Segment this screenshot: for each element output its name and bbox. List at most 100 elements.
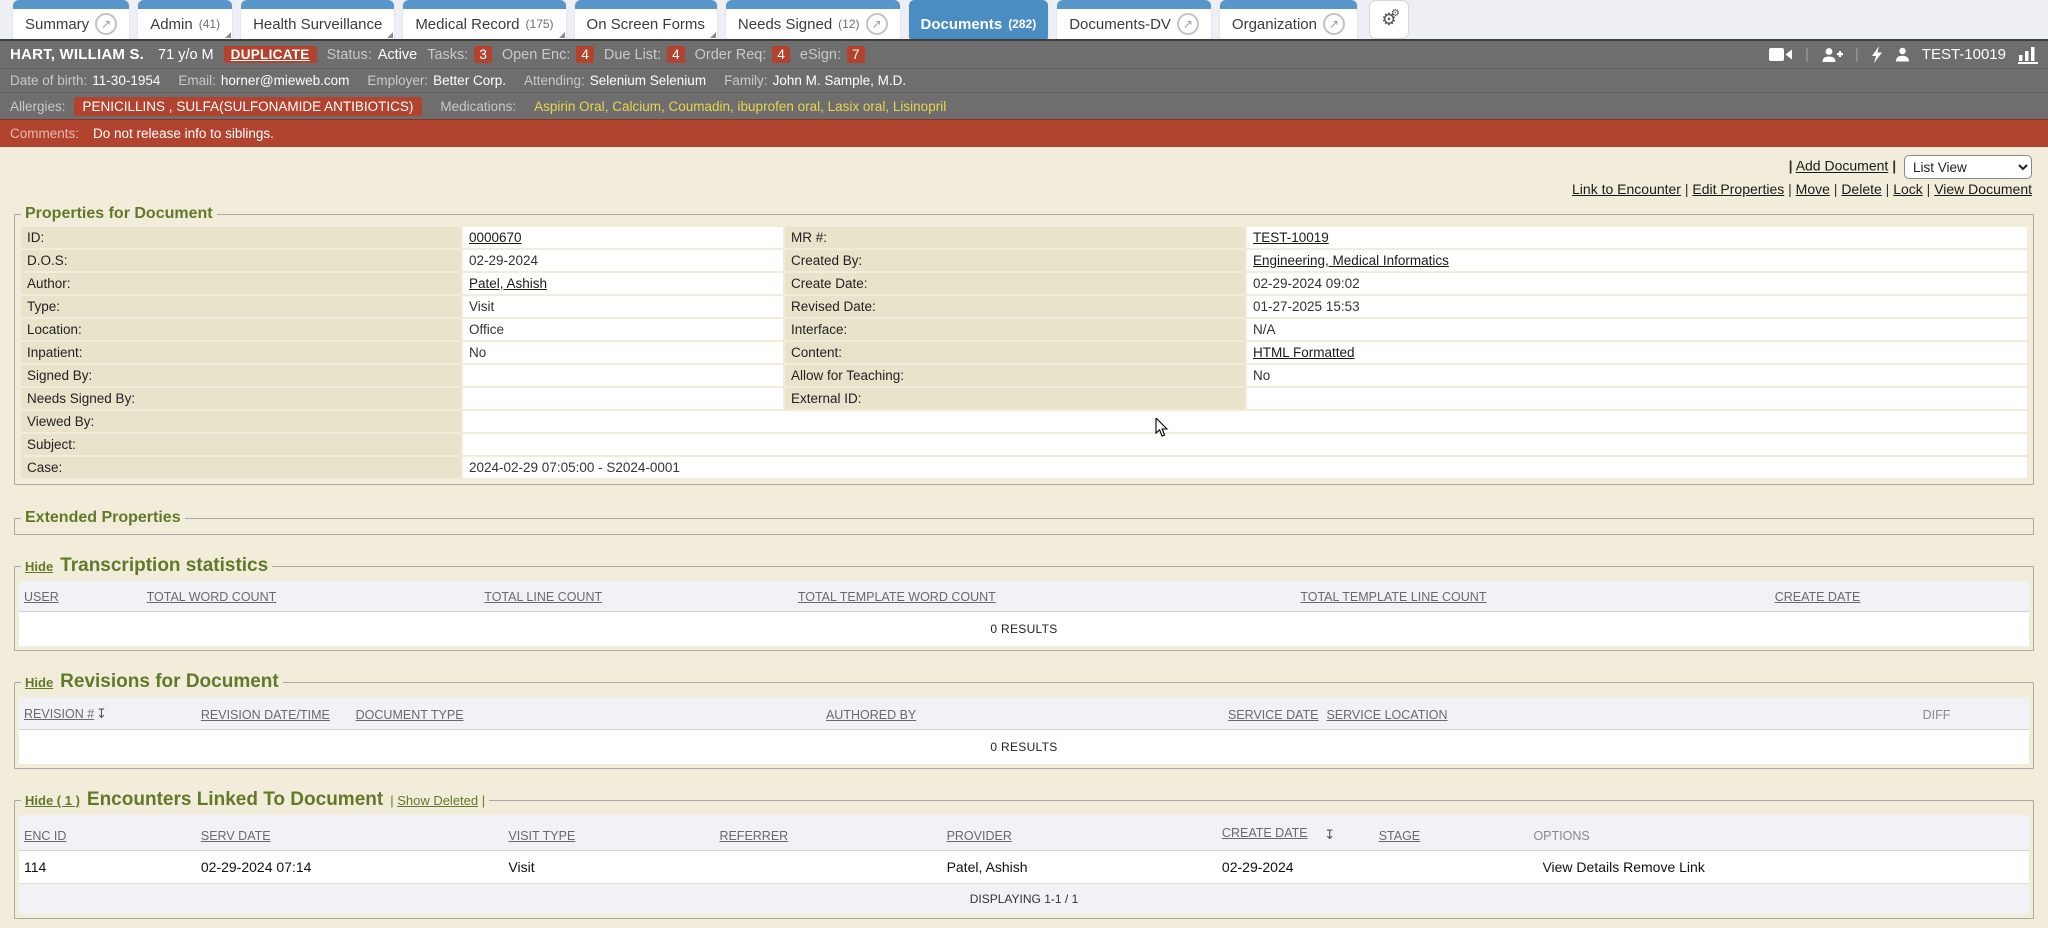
col-provider[interactable]: PROVIDER — [947, 829, 1012, 843]
view-document-link[interactable]: View Document — [1934, 181, 2032, 197]
tab-accent-strip — [138, 0, 232, 9]
property-row: D.O.S: 02-29-2024 Created By: Engineerin… — [21, 250, 2027, 271]
tab-admin[interactable]: Admin (41) — [138, 0, 232, 39]
col-enc-id[interactable]: ENC ID — [24, 829, 66, 843]
user-icon[interactable] — [1895, 47, 1910, 62]
tab-label: Organization — [1232, 16, 1317, 33]
encounter-row[interactable]: 114 02-29-2024 07:14 Visit Patel, Ashish… — [19, 850, 2029, 883]
hide-revisions-link[interactable]: Hide — [25, 675, 53, 690]
table-header-row: USER TOTAL WORD COUNT TOTAL LINE COUNT T… — [19, 581, 2029, 612]
medication-link[interactable]: Lisinopril — [893, 99, 946, 114]
sort-descending-icon[interactable]: ↧ — [96, 706, 107, 721]
bar-chart-icon[interactable] — [2018, 46, 2038, 64]
link-to-encounter-link[interactable]: Link to Encounter — [1572, 181, 1681, 197]
visit-type-cell: Visit — [503, 850, 714, 883]
hide-encounters-link[interactable]: Hide ( 1 ) — [25, 793, 80, 808]
medication-link[interactable]: Lasix oral — [828, 99, 886, 114]
allergy-badge[interactable]: PENICILLINS , SULFA(SULFONAMIDE ANTIBIOT… — [74, 97, 423, 116]
col-total-template-word-count[interactable]: TOTAL TEMPLATE WORD COUNT — [798, 590, 996, 604]
tab-needs-signed[interactable]: Needs Signed (12) ↗ — [726, 0, 900, 39]
col-service-location[interactable]: SERVICE LOCATION — [1326, 708, 1447, 722]
transcription-statistics-fieldset: Hide Transcription statistics USER TOTAL… — [14, 555, 2034, 651]
author-link[interactable]: Patel, Ashish — [469, 276, 547, 291]
counter-badge[interactable]: 4 — [576, 46, 594, 63]
property-label: Created By: — [785, 250, 1245, 271]
tab-medical-record[interactable]: Medical Record (175) — [403, 0, 565, 39]
property-value: No — [463, 342, 783, 363]
property-label: Subject: — [21, 434, 461, 455]
stage-cell — [1374, 850, 1529, 883]
add-user-icon[interactable] — [1821, 47, 1843, 63]
col-user[interactable]: USER — [24, 590, 59, 604]
referrer-cell — [714, 850, 941, 883]
col-service-date[interactable]: SERVICE DATE — [1228, 708, 1319, 722]
created-by-link[interactable]: Engineering, Medical Informatics — [1253, 253, 1449, 268]
tab-on-screen-forms[interactable]: On Screen Forms — [575, 0, 717, 39]
medication-link[interactable]: Coumadin — [668, 99, 730, 114]
remove-link-link[interactable]: Remove Link — [1623, 859, 1705, 875]
counter-badge[interactable]: 7 — [847, 46, 865, 63]
property-row: Inpatient: No Content: HTML Formatted — [21, 342, 2027, 363]
document-action-links: Link to Encounter | Edit Properties | Mo… — [14, 181, 2034, 205]
counter-badge[interactable]: 4 — [667, 46, 685, 63]
view-select[interactable]: List View — [1904, 155, 2032, 179]
medication-link[interactable]: Aspirin Oral — [534, 99, 605, 114]
tab-documents[interactable]: Documents (282) — [909, 0, 1049, 39]
tab-summary[interactable]: Summary ↗ — [13, 0, 129, 39]
external-link-icon[interactable]: ↗ — [1323, 13, 1345, 35]
property-value: 02-29-2024 — [463, 250, 783, 271]
tab-settings-button[interactable]: ⚙ ⚙ — [1369, 0, 1409, 39]
col-total-word-count[interactable]: TOTAL WORD COUNT — [147, 590, 277, 604]
col-total-template-line-count[interactable]: TOTAL TEMPLATE LINE COUNT — [1300, 590, 1486, 604]
external-link-icon[interactable]: ↗ — [1177, 13, 1199, 35]
col-revision-number[interactable]: REVISION # — [24, 707, 94, 721]
col-create-date[interactable]: CREATE DATE — [1775, 590, 1861, 604]
duplicate-badge[interactable]: DUPLICATE — [224, 46, 317, 63]
show-deleted-link[interactable]: Show Deleted — [397, 793, 478, 808]
tab-organization[interactable]: Organization ↗ — [1220, 0, 1357, 39]
tab-health-surveillance[interactable]: Health Surveillance — [241, 0, 394, 39]
counter-label: Order Req: — [695, 47, 767, 63]
lock-link[interactable]: Lock — [1893, 181, 1923, 197]
paging-footer-row: DISPLAYING 1-1 / 1 — [19, 883, 2029, 914]
counter-badge[interactable]: 4 — [772, 46, 790, 63]
col-visit-type[interactable]: VISIT TYPE — [508, 829, 575, 843]
medication-link[interactable]: ibuprofen oral — [738, 99, 821, 114]
col-revision-datetime[interactable]: REVISION DATE/TIME — [201, 708, 330, 722]
medication-link[interactable]: Calcium — [612, 99, 661, 114]
col-referrer[interactable]: REFERRER — [719, 829, 788, 843]
comments-value: Do not release info to siblings. — [93, 126, 274, 141]
property-label: Allow for Teaching: — [785, 365, 1245, 386]
external-link-icon[interactable]: ↗ — [95, 13, 117, 35]
property-value: TEST-10019 — [1247, 227, 2027, 248]
encounters-table: ENC ID SERV DATE VISIT TYPE REFERRER PRO… — [19, 815, 2029, 914]
hide-transcription-link[interactable]: Hide — [25, 559, 53, 574]
delete-link[interactable]: Delete — [1841, 181, 1881, 197]
counter-badge[interactable]: 3 — [474, 46, 492, 63]
patient-header-bar: HART, WILLIAM S. 71 y/o M DUPLICATE Stat… — [0, 41, 2048, 69]
tab-label: Admin — [150, 16, 193, 33]
col-authored-by[interactable]: AUTHORED BY — [826, 708, 916, 722]
counter-open-enc: Open Enc: 4 — [502, 46, 594, 63]
property-label: Viewed By: — [21, 411, 461, 432]
col-total-line-count[interactable]: TOTAL LINE COUNT — [484, 590, 602, 604]
col-serv-date[interactable]: SERV DATE — [201, 829, 271, 843]
col-create-date[interactable]: CREATE DATE — [1222, 826, 1308, 840]
document-id-link[interactable]: 0000670 — [469, 230, 522, 245]
tab-documents-dv[interactable]: Documents-DV ↗ — [1057, 0, 1211, 39]
content-format-link[interactable]: HTML Formatted — [1253, 345, 1355, 360]
lightning-icon[interactable] — [1871, 46, 1883, 63]
sort-descending-icon[interactable]: ↧ — [1324, 827, 1335, 842]
mr-number-link[interactable]: TEST-10019 — [1253, 230, 1329, 245]
edit-properties-link[interactable]: Edit Properties — [1692, 181, 1784, 197]
move-link[interactable]: Move — [1796, 181, 1830, 197]
property-value — [463, 365, 783, 386]
property-label: Type: — [21, 296, 461, 317]
properties-table: ID: 0000670 MR #: TEST-10019 D.O.S: 02-2… — [19, 225, 2029, 480]
video-camera-icon[interactable] — [1769, 47, 1793, 62]
add-document-link[interactable]: Add Document — [1796, 158, 1889, 174]
col-document-type[interactable]: DOCUMENT TYPE — [356, 708, 464, 722]
col-stage[interactable]: STAGE — [1379, 829, 1420, 843]
view-details-link[interactable]: View Details — [1542, 859, 1619, 875]
external-link-icon[interactable]: ↗ — [866, 13, 888, 35]
